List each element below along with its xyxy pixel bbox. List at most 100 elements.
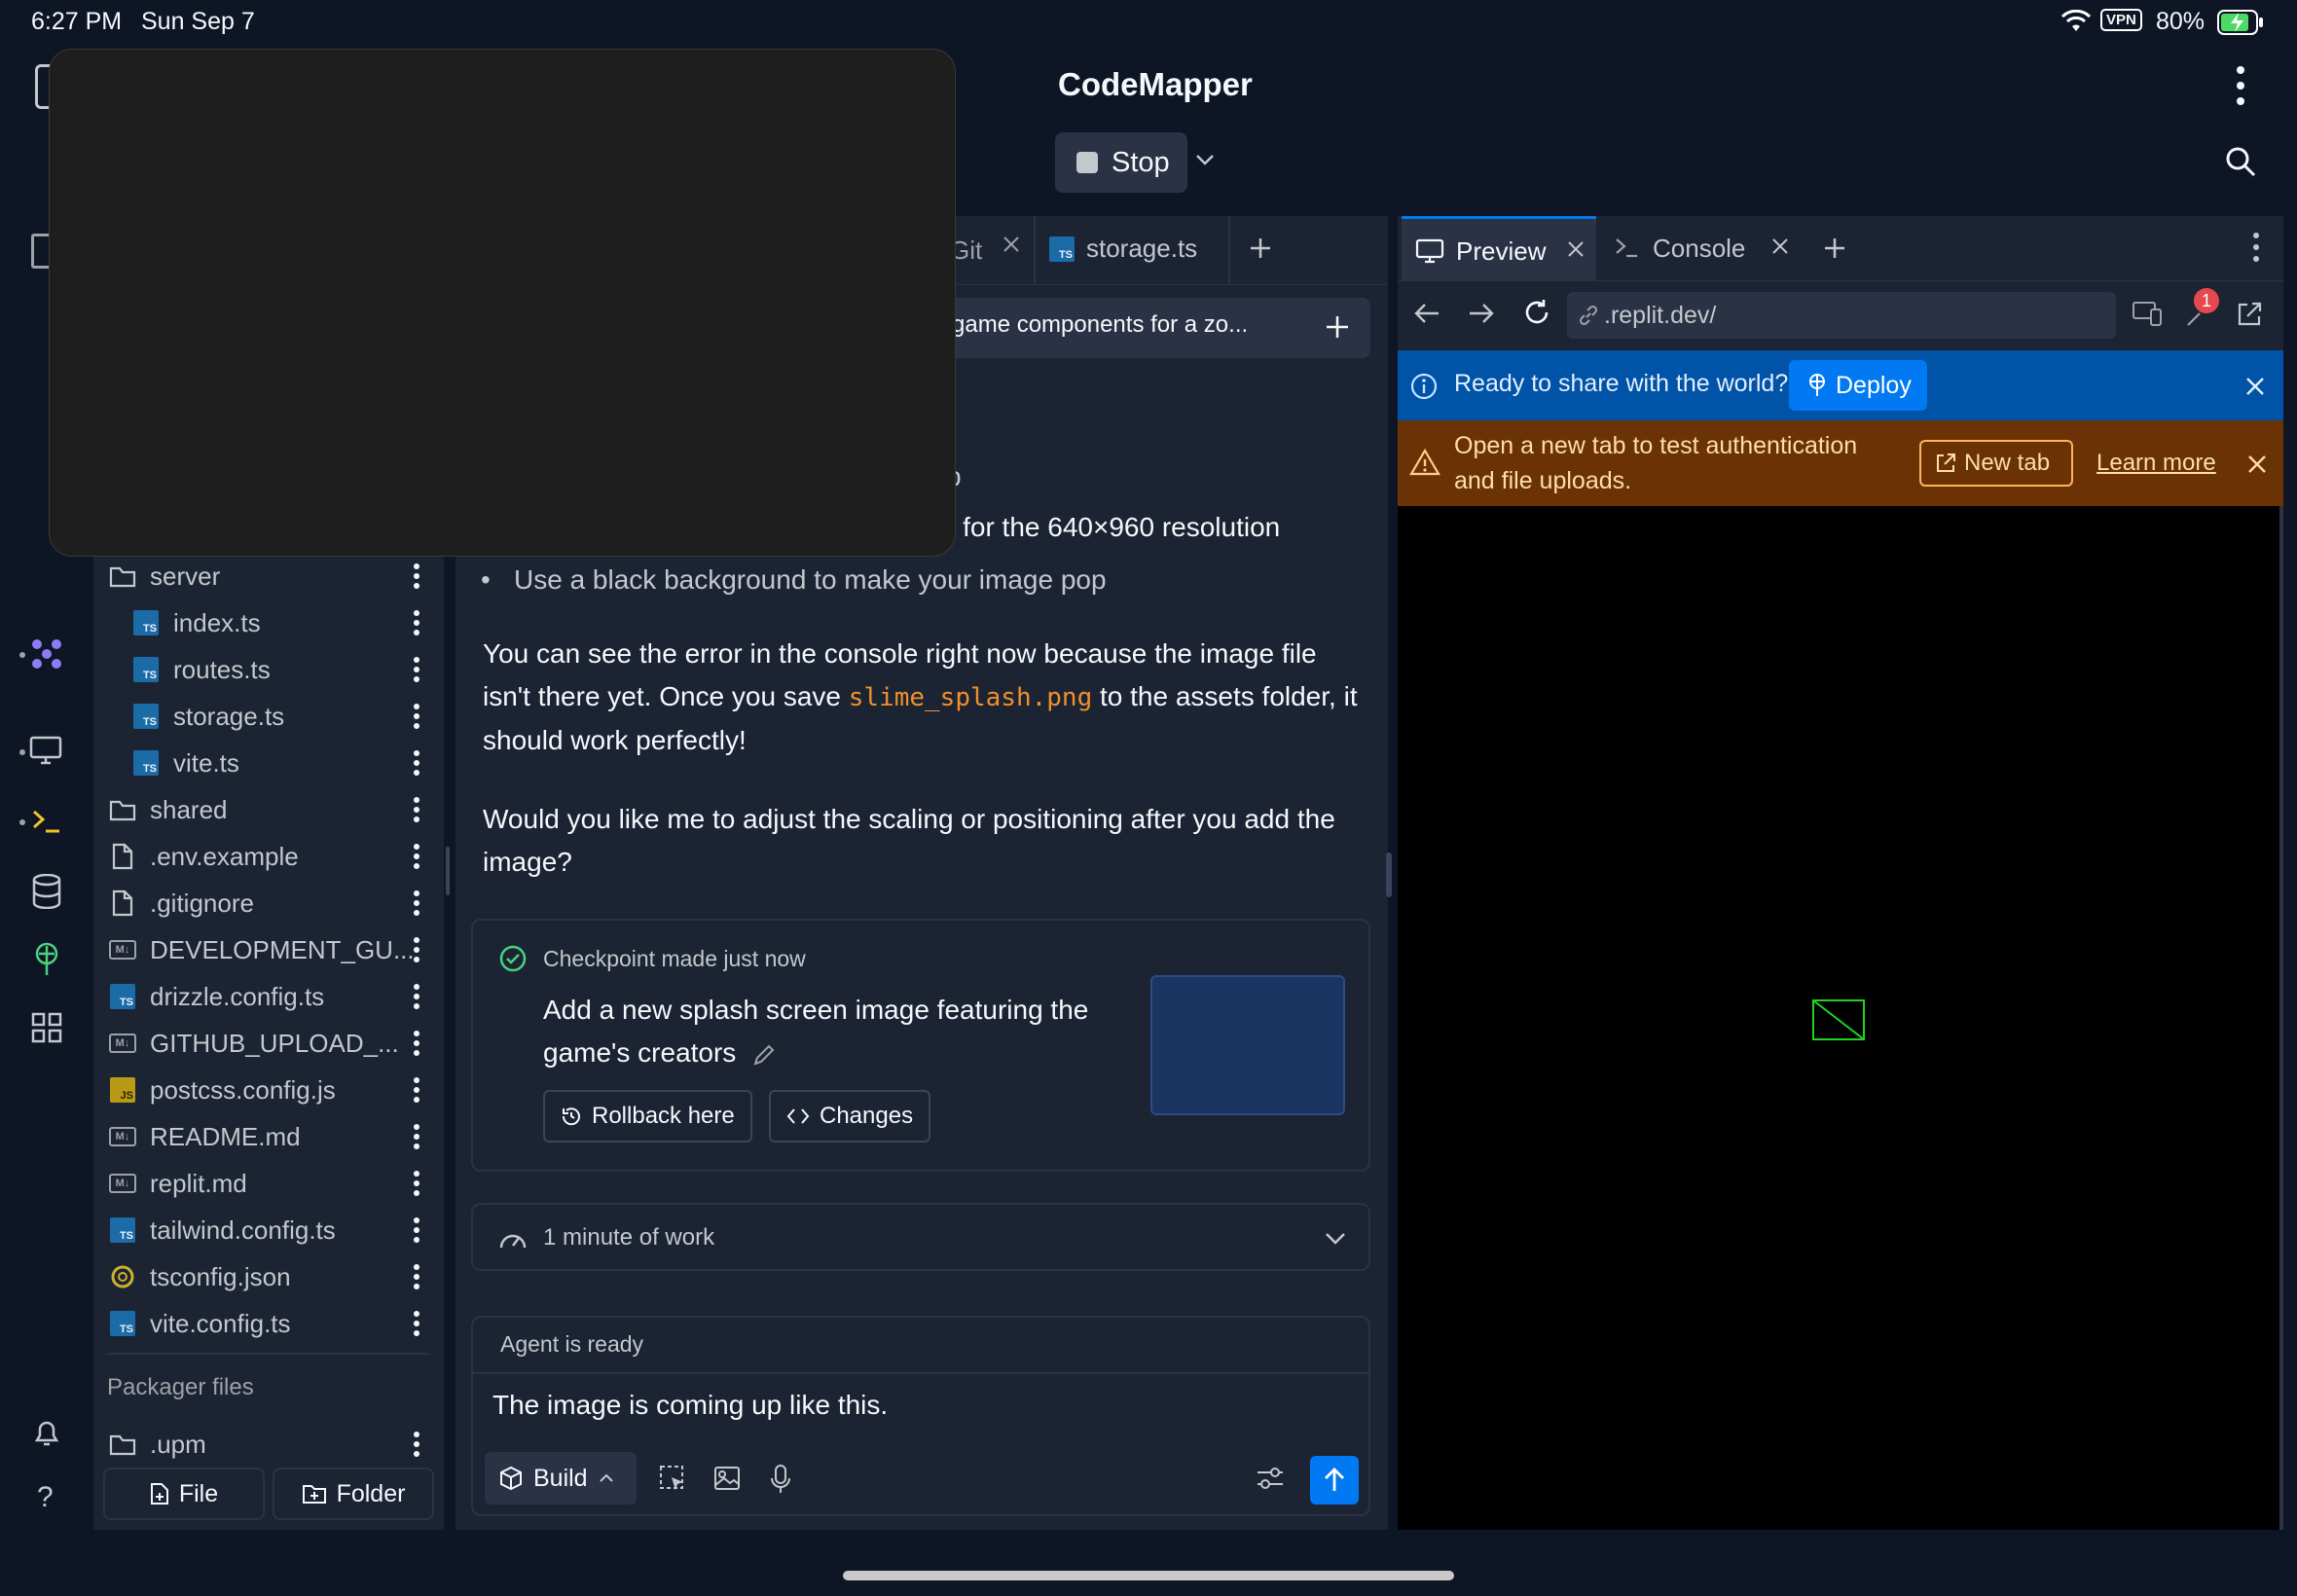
kebab-icon[interactable] (409, 888, 424, 919)
checkpoint-card: Checkpoint made just now Add a new splas… (471, 919, 1370, 1172)
panel-resize-handle[interactable] (1386, 852, 1392, 897)
close-icon[interactable] (1003, 236, 1020, 253)
preview-scrollbar[interactable] (2279, 506, 2283, 1530)
typescript-file-icon: TS (1049, 236, 1075, 262)
close-icon[interactable] (1771, 237, 1789, 255)
changes-label: Changes (820, 1103, 914, 1129)
run-options-chevron-icon[interactable] (1193, 148, 1217, 171)
kebab-icon[interactable] (409, 1429, 424, 1460)
tree-item[interactable]: M↓ README.md (93, 1113, 444, 1160)
shell-icon[interactable] (31, 808, 62, 835)
device-toggle-icon[interactable] (2132, 300, 2163, 329)
stop-button[interactable]: Stop (1055, 132, 1187, 193)
kebab-icon[interactable] (409, 561, 424, 592)
tree-item[interactable]: TS routes.ts (93, 646, 444, 693)
kebab-icon[interactable] (409, 981, 424, 1012)
folder-icon (109, 1431, 136, 1458)
forward-arrow-icon[interactable] (1468, 302, 1495, 325)
deployments-icon[interactable] (31, 942, 62, 977)
mode-selector[interactable]: Build (485, 1452, 637, 1505)
new-folder-button[interactable]: Folder (273, 1468, 434, 1520)
url-text: .replit.dev/ (1604, 302, 1717, 329)
tree-item[interactable]: .env.example (93, 833, 444, 880)
rollback-button[interactable]: Rollback here (543, 1090, 752, 1143)
kebab-icon[interactable] (409, 794, 424, 825)
database-icon[interactable] (31, 874, 62, 909)
tree-item[interactable]: .gitignore (93, 880, 444, 926)
file-plus-icon (150, 1482, 169, 1505)
tab-console[interactable]: Console (1614, 216, 1799, 280)
code-icon (786, 1107, 810, 1125)
typescript-file-icon: TS (109, 1310, 136, 1337)
add-tab-icon[interactable] (1822, 236, 1847, 261)
help-icon[interactable]: ? (37, 1481, 54, 1514)
kebab-icon[interactable] (409, 701, 424, 732)
tree-item[interactable]: TS index.ts (93, 599, 444, 646)
search-icon[interactable] (2225, 146, 2256, 177)
url-bar[interactable]: .replit.dev/ (1567, 292, 2116, 339)
kebab-icon[interactable] (409, 1261, 424, 1292)
preview-viewport[interactable] (1398, 506, 2279, 1530)
tab-preview[interactable]: Preview (1402, 216, 1596, 280)
tree-item[interactable]: TS vite.ts (93, 740, 444, 786)
send-button[interactable] (1310, 1456, 1359, 1505)
tree-item[interactable]: M↓ GITHUB_UPLOAD_... (93, 1020, 444, 1067)
kebab-icon[interactable] (409, 607, 424, 638)
work-summary[interactable]: 1 minute of work (471, 1203, 1370, 1271)
home-indicator[interactable] (843, 1571, 1454, 1580)
close-icon[interactable] (1567, 240, 1585, 258)
preview-monitor-icon[interactable] (29, 736, 62, 765)
all-tools-grid-icon[interactable] (31, 1012, 62, 1043)
tree-item[interactable]: TS drizzle.config.ts (93, 973, 444, 1020)
back-arrow-icon[interactable] (1413, 302, 1440, 325)
close-icon[interactable] (2244, 376, 2266, 397)
learn-more-link[interactable]: Learn more (2096, 450, 2216, 477)
deploy-button[interactable]: Deploy (1789, 360, 1927, 411)
open-external-icon[interactable] (2235, 300, 2264, 329)
kebab-icon[interactable] (409, 747, 424, 779)
kebab-icon[interactable] (409, 1215, 424, 1246)
tab-storage-ts[interactable]: TS storage.ts (1049, 234, 1197, 264)
empty-popover-overlay[interactable] (49, 49, 956, 557)
kebab-icon[interactable] (409, 654, 424, 685)
warning-banner: Open a new tab to test authentication an… (1398, 420, 2283, 506)
reload-icon[interactable] (1522, 298, 1551, 327)
kebab-icon[interactable] (409, 1074, 424, 1106)
kebab-icon[interactable] (409, 1308, 424, 1339)
tree-item[interactable]: TS tailwind.config.ts (93, 1207, 444, 1253)
kebab-icon[interactable] (409, 1168, 424, 1199)
edit-pencil-icon[interactable] (751, 1042, 777, 1068)
kebab-icon[interactable] (409, 1028, 424, 1059)
select-element-icon[interactable] (658, 1464, 687, 1493)
chevron-down-icon[interactable] (1324, 1228, 1347, 1248)
pane-menu-icon[interactable] (2250, 230, 2262, 265)
alerts-bell-icon[interactable] (31, 1417, 62, 1448)
microphone-icon[interactable] (769, 1464, 792, 1495)
new-file-button[interactable]: File (103, 1468, 265, 1520)
agent-icon[interactable] (29, 636, 64, 671)
more-menu-icon[interactable] (2231, 64, 2250, 107)
tree-item-upm[interactable]: .upm (93, 1421, 444, 1468)
settings-sliders-icon[interactable] (1256, 1466, 1285, 1491)
new-tab-button[interactable]: New tab (1919, 440, 2073, 487)
tree-item[interactable]: tsconfig.json (93, 1253, 444, 1300)
checkpoint-thumbnail[interactable] (1150, 975, 1345, 1115)
kebab-icon[interactable] (409, 934, 424, 965)
tree-item[interactable]: shared (93, 786, 444, 833)
tree-item[interactable]: M↓ DEVELOPMENT_GU... (93, 926, 444, 973)
kebab-icon[interactable] (409, 841, 424, 872)
agent-input[interactable]: The image is coming up like this. (492, 1390, 888, 1421)
add-tab-icon[interactable] (1248, 236, 1273, 261)
tree-item[interactable]: M↓ replit.md (93, 1160, 444, 1207)
tree-item[interactable]: server (93, 553, 444, 599)
close-icon[interactable] (2246, 453, 2268, 475)
tree-item[interactable]: TS vite.config.ts (93, 1300, 444, 1347)
tree-resize-handle[interactable] (446, 847, 450, 895)
new-thread-icon[interactable] (1324, 313, 1351, 341)
image-upload-icon[interactable] (712, 1464, 742, 1493)
tree-item-label: storage.ts (173, 701, 285, 731)
changes-button[interactable]: Changes (769, 1090, 931, 1143)
tree-item[interactable]: JS postcss.config.js (93, 1067, 444, 1113)
kebab-icon[interactable] (409, 1121, 424, 1152)
tree-item[interactable]: TS storage.ts (93, 693, 444, 740)
